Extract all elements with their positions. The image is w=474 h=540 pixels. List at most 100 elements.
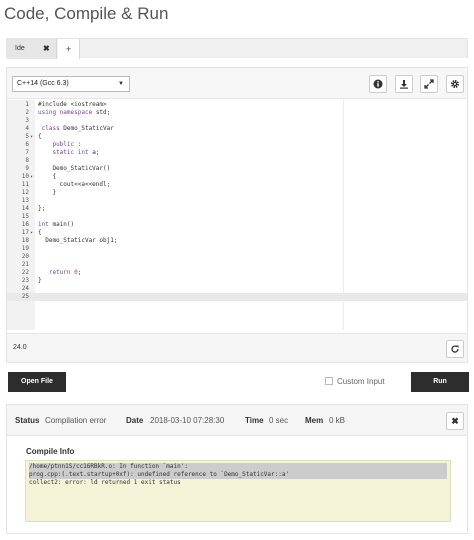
- code-text: {: [38, 133, 42, 140]
- date-value: 2018-03-10 07:28:30: [150, 416, 225, 425]
- code-line[interactable]: 7 static int a;: [7, 149, 467, 157]
- custom-input-label: Custom Input: [337, 377, 385, 386]
- line-number: 5: [25, 133, 29, 140]
- editor-status-text: 24.0: [13, 344, 27, 351]
- code-text: class Demo_StaticVar: [41, 125, 114, 132]
- line-number: 1: [25, 101, 29, 108]
- line-number: 3: [25, 117, 29, 124]
- compile-line: prog.cpp:(.text.startup+0xf): undefined …: [29, 471, 447, 479]
- code-text: };: [38, 205, 46, 212]
- code-line[interactable]: 12 }: [7, 189, 467, 197]
- line-number: 24: [21, 285, 29, 292]
- code-line[interactable]: 17 ▾ {: [7, 229, 467, 237]
- settings-button[interactable]: [446, 75, 464, 93]
- custom-input-checkbox[interactable]: [325, 377, 333, 385]
- custom-input-toggle[interactable]: Custom Input: [325, 377, 385, 386]
- line-number: 2: [25, 109, 29, 116]
- code-line[interactable]: 5 ▾ {: [7, 133, 467, 141]
- code-line[interactable]: 15: [7, 213, 467, 221]
- download-icon: [400, 80, 408, 89]
- gear-icon: [451, 80, 459, 88]
- code-line[interactable]: 8: [7, 157, 467, 165]
- result-header: Status Compilation error Date 2018-03-10…: [7, 405, 467, 436]
- code-text: using namespace std;: [38, 109, 111, 116]
- code-line[interactable]: 3: [7, 117, 467, 125]
- mem-value: 0 kB: [329, 416, 346, 425]
- expand-button[interactable]: [420, 75, 438, 93]
- line-number: 25: [21, 293, 29, 300]
- compile-info-title: Compile Info: [26, 447, 75, 456]
- code-text: return 0;: [48, 269, 82, 276]
- line-number: 6: [25, 141, 29, 148]
- open-file-button[interactable]: Open File: [8, 372, 66, 392]
- compile-output: /home/ptnn1S/cc16RBkR.o: In function `ma…: [25, 460, 451, 522]
- add-tab-button[interactable]: +: [58, 39, 80, 59]
- line-number: 23: [21, 277, 29, 284]
- expand-icon: [424, 79, 434, 89]
- fold-toggle-icon[interactable]: ▾: [30, 229, 33, 237]
- info-button[interactable]: [369, 75, 387, 93]
- line-number: 22: [21, 269, 29, 276]
- close-result-button[interactable]: ✖: [446, 412, 464, 430]
- compile-line: collect2: error: ld returned 1 exit stat…: [29, 479, 181, 486]
- code-line[interactable]: 16 int main(): [7, 221, 467, 229]
- line-number: 18: [21, 237, 29, 244]
- compile-line: /home/ptnn1S/cc16RBkR.o: In function `ma…: [29, 463, 447, 471]
- code-line[interactable]: 20: [7, 253, 467, 261]
- code-line[interactable]: 22 return 0;: [7, 269, 467, 277]
- code-text: public :: [52, 141, 82, 148]
- chevron-down-icon: ▼: [118, 81, 124, 87]
- code-line[interactable]: 24: [7, 285, 467, 293]
- code-line[interactable]: 18 Demo_StaticVar obj1;: [7, 237, 467, 245]
- code-line[interactable]: 1 #include <iostream>: [7, 101, 467, 109]
- date-label: Date: [126, 416, 144, 425]
- code-line[interactable]: 25: [7, 293, 467, 301]
- info-icon: [373, 79, 383, 89]
- line-number: 21: [21, 261, 29, 268]
- tab-bar: Ide ✖ +: [6, 38, 468, 59]
- language-select-value: C++14 (Gcc 6.3): [17, 80, 69, 87]
- code-text: }: [38, 189, 57, 196]
- tab-ide[interactable]: Ide ✖: [7, 39, 57, 59]
- code-line[interactable]: 9 Demo_StaticVar(): [7, 165, 467, 173]
- tab-ide-label: Ide: [15, 45, 25, 52]
- code-line[interactable]: 14};: [7, 205, 467, 213]
- refresh-button[interactable]: [446, 340, 464, 358]
- line-number: 15: [21, 213, 29, 220]
- editor-status-bar: 24.0: [7, 333, 467, 362]
- fold-toggle-icon[interactable]: ▾: [30, 173, 33, 181]
- code-line[interactable]: 23}: [7, 277, 467, 285]
- code-line[interactable]: 10 ▾ {: [7, 173, 467, 181]
- line-number: 12: [21, 189, 29, 196]
- status-value: Compilation error: [45, 416, 107, 425]
- code-line[interactable]: 11 cout<<a<<endl;: [7, 181, 467, 189]
- line-number: 16: [21, 221, 29, 228]
- line-number: 11: [21, 181, 29, 188]
- code-line[interactable]: 6 public :: [7, 141, 467, 149]
- code-text: Demo_StaticVar(): [38, 165, 111, 172]
- code-line[interactable]: 21: [7, 261, 467, 269]
- line-number: 14: [21, 205, 29, 212]
- run-button[interactable]: Run: [411, 372, 469, 392]
- line-number: 19: [21, 245, 29, 252]
- status-label: Status: [15, 416, 40, 425]
- code-text: Demo_StaticVar obj1;: [38, 237, 118, 244]
- code-line[interactable]: 4 class Demo_StaticVar: [7, 125, 467, 133]
- line-number: 17: [21, 229, 29, 236]
- time-label: Time: [245, 416, 264, 425]
- time-value: 0 sec: [269, 416, 289, 425]
- close-tab-icon[interactable]: ✖: [43, 39, 50, 59]
- code-text: {: [38, 173, 57, 180]
- code-line[interactable]: 19: [7, 245, 467, 253]
- download-button[interactable]: [395, 75, 413, 93]
- result-panel: Status Compilation error Date 2018-03-10…: [6, 404, 468, 534]
- language-select[interactable]: C++14 (Gcc 6.3) ▼: [12, 76, 130, 92]
- editor-toolbar: C++14 (Gcc 6.3) ▼: [7, 68, 467, 99]
- code-editor[interactable]: 1 #include <iostream> 2 using namespace std…: [7, 100, 467, 332]
- code-text: static int a;: [52, 149, 100, 156]
- code-text: {: [38, 229, 42, 236]
- code-line[interactable]: 2 using namespace std;: [7, 109, 467, 117]
- code-line[interactable]: 13: [7, 197, 467, 205]
- fold-toggle-icon[interactable]: ▾: [30, 133, 33, 141]
- code-text: int main(): [38, 221, 75, 228]
